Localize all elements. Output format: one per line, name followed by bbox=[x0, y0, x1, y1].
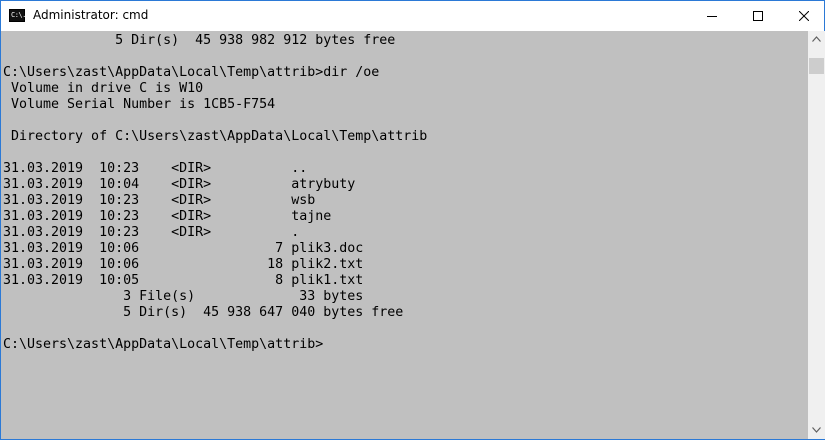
maximize-icon bbox=[753, 11, 763, 21]
maximize-button[interactable] bbox=[735, 1, 781, 31]
console-prompt: C:\Users\zast\AppData\Local\Temp\attrib> bbox=[3, 337, 324, 352]
console-line: 31.03.2019 10:23 <DIR> tajne bbox=[3, 209, 332, 224]
console-line: C:\Users\zast\AppData\Local\Temp\attrib>… bbox=[3, 65, 380, 80]
scrollbar-thumb[interactable] bbox=[809, 58, 824, 74]
console-line: 5 Dir(s) 45 938 647 040 bytes free bbox=[3, 305, 404, 320]
console-line: 31.03.2019 10:23 <DIR> .. bbox=[3, 161, 308, 176]
cmd-window: C:\. Administrator: cmd 5 Dir(s) 45 938 … bbox=[0, 0, 825, 440]
console-line: 3 File(s) 33 bytes bbox=[3, 289, 364, 304]
console-line: 31.03.2019 10:04 <DIR> atrybuty bbox=[3, 177, 356, 192]
title-bar[interactable]: C:\. Administrator: cmd bbox=[1, 1, 824, 31]
chevron-up-icon bbox=[812, 36, 821, 42]
console-line: Directory of C:\Users\zast\AppData\Local… bbox=[3, 129, 428, 144]
cmd-app-icon[interactable]: C:\. bbox=[9, 9, 26, 22]
close-button[interactable] bbox=[781, 1, 825, 31]
console-line: 31.03.2019 10:05 8 plik1.txt bbox=[3, 273, 364, 288]
console-line: 5 Dir(s) 45 938 982 912 bytes free bbox=[3, 33, 396, 48]
console-line: 31.03.2019 10:06 7 plik3.doc bbox=[3, 241, 364, 256]
console-line: 31.03.2019 10:23 <DIR> . bbox=[3, 225, 300, 240]
scroll-up-button[interactable] bbox=[808, 31, 825, 48]
console-line: Volume in drive C is W10 bbox=[3, 81, 204, 96]
minimize-icon bbox=[707, 16, 717, 17]
console-output[interactable]: 5 Dir(s) 45 938 982 912 bytes free C:\Us… bbox=[1, 31, 808, 439]
chevron-down-icon bbox=[812, 427, 821, 433]
console-line: Volume Serial Number is 1CB5-F754 bbox=[3, 97, 276, 112]
console-line: 31.03.2019 10:23 <DIR> wsb bbox=[3, 193, 316, 208]
minimize-button[interactable] bbox=[689, 1, 735, 31]
console-line: 31.03.2019 10:06 18 plik2.txt bbox=[3, 257, 364, 272]
vertical-scrollbar[interactable] bbox=[808, 31, 825, 439]
scroll-down-button[interactable] bbox=[808, 422, 825, 439]
window-title: Administrator: cmd bbox=[33, 8, 149, 22]
app-icon-text: C:\. bbox=[11, 11, 26, 19]
close-icon bbox=[799, 11, 809, 21]
